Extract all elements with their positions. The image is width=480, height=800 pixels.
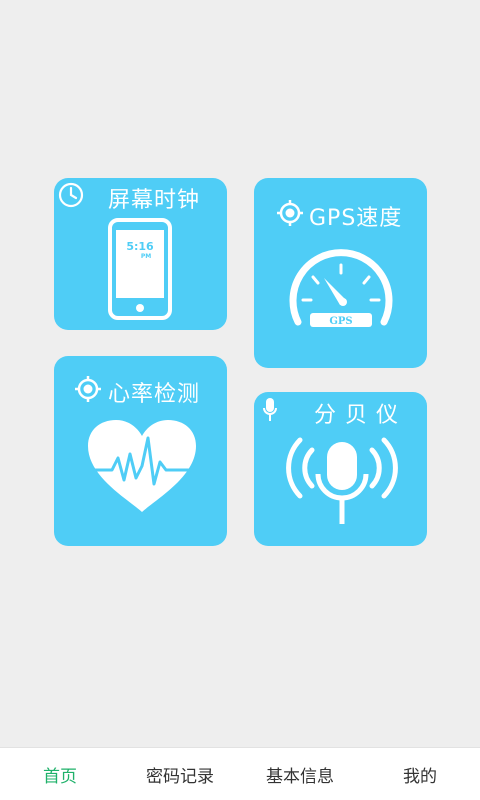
- tab-mine[interactable]: 我的: [360, 748, 480, 800]
- tab-basic-info[interactable]: 基本信息: [240, 748, 360, 800]
- gps-speed-tile[interactable]: GPS速度 GPS: [254, 178, 427, 368]
- heart-icon: [88, 420, 196, 512]
- phone-time: 5:16: [126, 240, 154, 253]
- decibel-meter-title: 分 贝 仪: [314, 403, 399, 428]
- target-icon: [75, 376, 101, 402]
- bottom-tab-bar: 首页 密码记录 基本信息 我的: [0, 747, 480, 800]
- heart-rate-tile[interactable]: 心率检测: [54, 356, 227, 546]
- speedometer-icon: GPS: [289, 249, 393, 327]
- screen-clock-title: 屏幕时钟: [108, 188, 201, 213]
- heart-rate-title: 心率检测: [108, 382, 201, 407]
- gps-speed-title: GPS速度: [309, 206, 403, 231]
- phone-ampm: PM: [141, 253, 151, 260]
- screen-clock-tile[interactable]: 屏幕时钟 5:16 PM: [54, 178, 227, 330]
- microphone-icon: [263, 398, 277, 421]
- phone-icon: 5:16 PM: [108, 218, 172, 320]
- broadcast-microphone-icon: [286, 437, 398, 524]
- gauge-label: GPS: [329, 316, 352, 327]
- decibel-meter-tile[interactable]: 分 贝 仪: [254, 392, 427, 546]
- tab-password-records[interactable]: 密码记录: [120, 748, 240, 800]
- clock-icon: [58, 182, 84, 208]
- tab-home[interactable]: 首页: [0, 748, 120, 800]
- target-icon: [277, 200, 303, 226]
- main-screen: 屏幕时钟 5:16 PM GPS速度 GPS 心率检测 分 贝 仪 首页 密码记…: [0, 0, 480, 800]
